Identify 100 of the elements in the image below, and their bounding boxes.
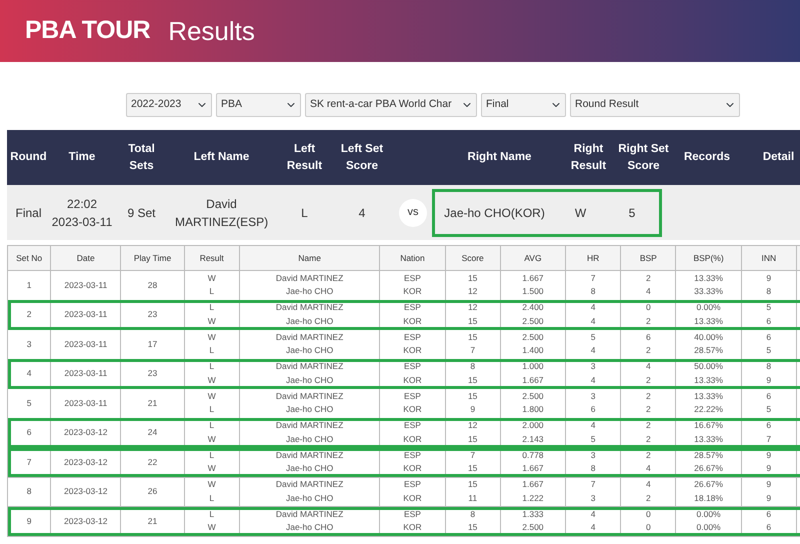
column-header: Time: [68, 151, 96, 164]
table-cell-text: David MARTINEZ: [274, 390, 344, 403]
table-cell-text: KOR: [402, 374, 423, 387]
table-cell-text: 4: [590, 374, 596, 387]
table-cell-text: 0: [644, 301, 652, 314]
table-cell-text: 4: [590, 419, 596, 432]
table-cell-text: 2023-03-11: [50, 214, 114, 230]
column-header: Records: [684, 151, 730, 164]
table-cell-text: David MARTINEZ: [274, 360, 344, 374]
table-cell-text: ESP: [402, 360, 422, 374]
table-cell-text: 6: [644, 330, 652, 344]
table-cell-text: ESP: [402, 448, 422, 462]
table-cell-text: 2.000: [521, 419, 545, 432]
column-header: Play Time: [134, 252, 172, 263]
column-header: AVG: [524, 252, 542, 263]
table-cell-text: KOR: [402, 344, 423, 358]
filter-dropdown[interactable]: SK rent-a-car PBA World Char: [305, 93, 477, 117]
filter-dropdown[interactable]: Final: [481, 93, 566, 117]
table-cell-text: 2: [644, 272, 652, 285]
table-cell: 22: [148, 456, 158, 466]
logo[interactable]: PBA TOUR: [25, 12, 150, 50]
table-cell-text: 15: [466, 390, 478, 403]
column-header: HR: [586, 252, 600, 263]
filter-dropdown[interactable]: Round Result: [570, 93, 740, 117]
table-cell-text: 2.143: [521, 432, 545, 446]
table-cell-text: 8: [765, 360, 772, 374]
table-cell: 2023-03-12: [64, 516, 108, 526]
table-cell-text: Jae-ho CHO: [284, 403, 334, 416]
table-cell-text: 28.57%: [693, 448, 724, 462]
table-cell-text: 26.67%: [693, 462, 724, 476]
table-cell: 9: [26, 516, 32, 526]
table-cell-text: L: [208, 360, 216, 374]
filter-dropdown[interactable]: PBA: [216, 93, 301, 117]
table-cell-text: 8: [590, 285, 596, 298]
table-cell-text: Jae-ho CHO: [284, 492, 334, 505]
table-cell-text: W: [206, 314, 217, 328]
column-header: Total Sets: [128, 142, 155, 172]
table-cell-text: 3: [590, 492, 596, 505]
table-cell: 2023-03-11: [64, 368, 108, 378]
table-cell: 28: [148, 280, 158, 290]
table-cell-text: 0.778: [521, 448, 545, 462]
table-cell: 4: [358, 206, 366, 220]
table-cell: 2023-03-11: [64, 398, 108, 408]
table-cell-text: 6: [765, 508, 772, 521]
table-cell-text: KOR: [402, 521, 423, 534]
table-cell: 7: [26, 456, 32, 466]
table-cell: 3: [26, 338, 32, 348]
table-cell-text: 0.00%: [696, 301, 722, 314]
table-cell-text: 2.400: [521, 301, 545, 314]
table-cell: 6: [26, 427, 32, 437]
table-cell-text: L: [208, 285, 216, 298]
table-cell-text: 5: [765, 403, 772, 416]
table-cell-text: 6: [765, 390, 772, 403]
column-header: Left Name: [194, 151, 250, 164]
table-cell: 8: [26, 486, 32, 496]
table-cell-text: 4: [644, 285, 652, 298]
table-cell-text: 2.500: [521, 390, 545, 403]
table-cell-text: 15: [466, 330, 478, 344]
table-cell-text: 9: [469, 403, 476, 416]
table-cell-text: 22:02: [66, 196, 98, 212]
table-cell-text: 3: [590, 360, 596, 374]
table-cell: L: [301, 206, 308, 220]
table-cell-text: 15: [466, 374, 478, 387]
table-cell: Jae-ho CHO(KOR): [444, 206, 545, 220]
table-cell-text: 0: [644, 521, 652, 534]
table-cell-text: David MARTINEZ: [274, 419, 344, 432]
column-header: BSP: [640, 252, 657, 263]
column-header: Nation: [400, 252, 425, 263]
table-cell-text: W: [206, 478, 217, 492]
table-cell-text: 1.667: [521, 478, 545, 492]
table-cell-text: 15: [466, 432, 478, 446]
table-cell-text: ESP: [402, 478, 422, 492]
table-cell-text: 0: [644, 508, 652, 521]
table-cell-text: KOR: [402, 462, 423, 476]
table-cell: 9 Set: [127, 206, 156, 220]
table-cell-text: 12: [466, 419, 478, 432]
table-cell-text: 0.00%: [696, 508, 722, 521]
table-cell-text: 9: [765, 492, 772, 505]
table-cell-text: 5: [765, 301, 772, 314]
table-cell-text: 28.57%: [693, 344, 724, 358]
table-cell-text: 9: [765, 272, 772, 285]
table-cell-text: 6: [765, 330, 772, 344]
table-cell-text: David MARTINEZ: [274, 330, 344, 344]
table-cell-text: 15: [466, 478, 478, 492]
table-cell-text: 2.500: [521, 521, 545, 534]
table-cell-text: 4: [644, 360, 652, 374]
table-cell-text: KOR: [402, 285, 423, 298]
table-cell-text: 13.33%: [693, 314, 724, 328]
table-cell-text: L: [208, 419, 216, 432]
table-cell-text: 7: [765, 432, 772, 446]
table-cell-text: 2: [644, 314, 652, 328]
table-cell-text: KOR: [402, 492, 423, 505]
table-cell-text: Jae-ho CHO: [284, 374, 334, 387]
filter-dropdown[interactable]: 2022-2023: [126, 93, 212, 117]
table-cell-text: 1.667: [521, 272, 545, 285]
column-header: Right Name: [468, 151, 532, 164]
table-cell-text: David MARTINEZ(ESP): [174, 196, 270, 230]
table-cell-text: 2.500: [521, 330, 545, 344]
table-cell-text: 4: [644, 462, 652, 476]
table-cell-text: 8: [469, 508, 476, 521]
